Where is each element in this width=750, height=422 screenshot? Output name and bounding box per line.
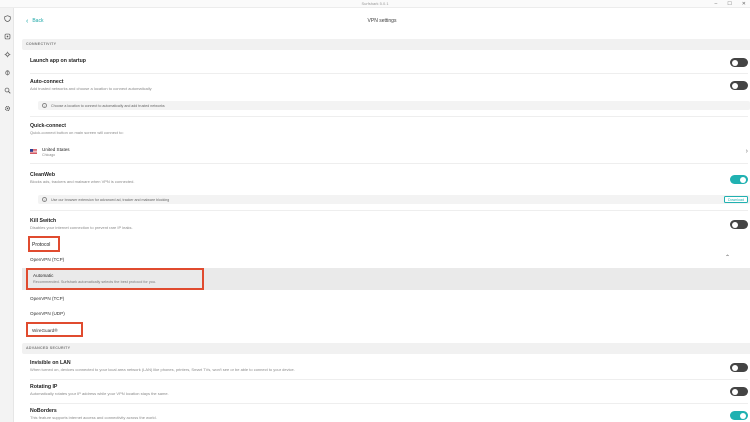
cleanweb-info: i Use our browser extension for advanced…	[38, 195, 750, 204]
rotating-ip-toggle[interactable]	[730, 387, 748, 396]
divider	[30, 210, 748, 211]
cleanweb-row: CleanWeb Blocks ads, trackers and malwar…	[30, 172, 748, 188]
quick-connect-row: Quick-connect Quick-connect button on ma…	[30, 123, 748, 139]
protocol-option-automatic[interactable]: Automatic Recommended. Surfshark automat…	[26, 268, 204, 290]
info-icon: i	[42, 103, 47, 108]
info-icon: i	[42, 197, 47, 202]
kill-switch-title: Kill Switch	[30, 218, 57, 224]
cleanweb-info-text: Use our browser extension for advanced a…	[51, 197, 170, 202]
protocol-option-automatic-name: Automatic	[33, 273, 54, 278]
quick-connect-desc: Quick-connect button on main screen will…	[30, 130, 124, 135]
bug-icon[interactable]	[3, 68, 11, 76]
quick-connect-location[interactable]: United States Chicago ›	[30, 144, 748, 160]
divider	[30, 73, 748, 74]
settings-icon[interactable]	[3, 50, 11, 58]
protocol-option-openvpn-udp[interactable]: OpenVPN (UDP)	[30, 311, 65, 316]
section-connectivity: CONNECTIVITY	[22, 39, 750, 50]
auto-connect-info-text: Choose a location to connect to automati…	[51, 103, 165, 108]
page-header: ‹ Back VPN settings	[14, 8, 750, 36]
chevron-up-icon[interactable]: ⌃	[725, 254, 730, 261]
rotating-ip-desc: Automatically rotates your IP address wh…	[30, 391, 169, 396]
location-city: Chicago	[42, 153, 56, 157]
settings-content: CONNECTIVITY Launch app on startup Auto-…	[14, 36, 750, 422]
auto-connect-toggle[interactable]	[730, 81, 748, 90]
minimize-icon[interactable]: –	[715, 1, 718, 7]
shield-icon[interactable]	[3, 14, 11, 22]
auto-connect-desc: Add trusted networks and choose a locati…	[30, 86, 152, 91]
noborders-toggle[interactable]	[730, 411, 748, 420]
cleanweb-desc: Blocks ads, trackers and malware when VP…	[30, 179, 135, 184]
section-connectivity-label: CONNECTIVITY	[26, 42, 57, 46]
search-icon[interactable]	[3, 86, 11, 94]
auto-connect-title: Auto-connect	[30, 79, 64, 85]
kill-switch-toggle[interactable]	[730, 220, 748, 229]
invisible-on-lan-title: Invisible on LAN	[30, 360, 71, 366]
quick-connect-title: Quick-connect	[30, 123, 67, 129]
rotating-ip-title: Rotating IP	[30, 384, 58, 390]
noborders-title: NoBorders	[30, 408, 57, 414]
rotating-ip-row: Rotating IP Automatically rotates your I…	[30, 384, 748, 398]
divider	[30, 379, 748, 380]
icon-sidebar	[0, 8, 14, 422]
invisible-on-lan-toggle[interactable]	[730, 363, 748, 372]
launch-on-startup-row: Launch app on startup	[30, 58, 748, 68]
kill-switch-row: Kill Switch Disables your internet conne…	[30, 218, 748, 232]
launch-on-startup-toggle[interactable]	[730, 58, 748, 67]
close-icon[interactable]: ✕	[742, 1, 746, 7]
page-title: VPN settings	[367, 18, 397, 24]
launch-on-startup-title: Launch app on startup	[30, 58, 86, 64]
alert-icon[interactable]	[3, 32, 11, 40]
protocol-option-wireguard-name: WireGuard®	[32, 327, 58, 333]
section-advanced-security: ADVANCED SECURITY	[22, 343, 750, 354]
protocol-current[interactable]: OpenVPN (TCP)	[30, 257, 64, 262]
auto-connect-row: Auto-connect Add trusted networks and ch…	[30, 79, 748, 95]
noborders-desc: This feature supports internet access an…	[30, 415, 157, 420]
window-controls: – ☐ ✕	[715, 0, 746, 8]
invisible-on-lan-desc: When turned on, devices connected to you…	[30, 367, 295, 372]
protocol-option-wireguard[interactable]: WireGuard®	[26, 322, 83, 337]
cleanweb-toggle[interactable]	[730, 175, 748, 184]
chevron-right-icon: ›	[745, 148, 748, 155]
kill-switch-desc: Disables your internet connection to pre…	[30, 225, 133, 230]
divider	[30, 116, 748, 117]
protocol-option-openvpn-tcp[interactable]: OpenVPN (TCP)	[30, 296, 64, 301]
section-advanced-security-label: ADVANCED SECURITY	[26, 346, 71, 350]
cleanweb-title: CleanWeb	[30, 172, 55, 178]
divider	[30, 403, 748, 404]
protocol-label: Protocol	[32, 242, 51, 248]
download-button[interactable]: Download	[724, 196, 748, 203]
protocol-label-box: Protocol	[28, 236, 60, 252]
invisible-on-lan-row: Invisible on LAN When turned on, devices…	[30, 360, 748, 374]
app-title: Surfshark 5.0.1	[361, 1, 389, 6]
title-bar: Surfshark 5.0.1 – ☐ ✕	[0, 0, 750, 8]
location-name: United States	[42, 147, 70, 152]
divider	[30, 163, 748, 164]
us-flag-icon	[30, 149, 37, 154]
auto-connect-info[interactable]: i Choose a location to connect to automa…	[38, 101, 750, 110]
maximize-icon[interactable]: ☐	[727, 1, 731, 7]
gear-icon[interactable]	[3, 104, 11, 112]
protocol-option-automatic-desc: Recommended. Surfshark automatically sel…	[33, 280, 157, 284]
noborders-row: NoBorders This feature supports internet…	[30, 408, 748, 422]
